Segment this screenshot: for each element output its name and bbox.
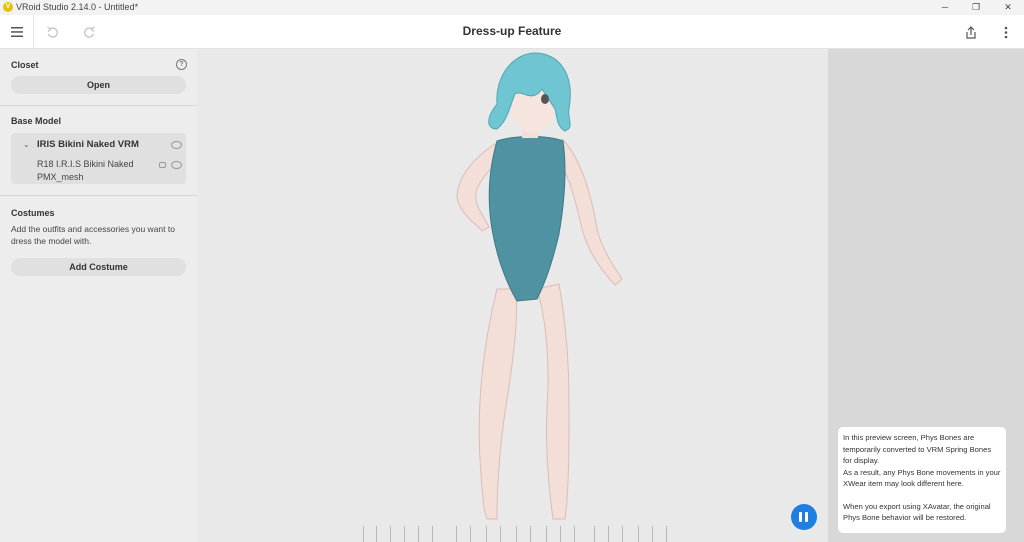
toolbar-divider <box>33 15 34 48</box>
closet-title: Closet <box>11 60 39 70</box>
3d-viewport[interactable] <box>197 49 828 542</box>
phys-bones-info-panel: In this preview screen, Phys Bones are t… <box>838 427 1006 533</box>
pause-icon <box>799 512 802 522</box>
open-closet-button[interactable]: Open <box>11 76 186 94</box>
base-model-title: Base Model <box>11 116 62 126</box>
window-title: VRoid Studio 2.14.0 - Untitled* <box>16 2 139 12</box>
vroid-logo-icon: V <box>3 2 13 12</box>
toolbar: Dress-up Feature <box>0 15 1024 49</box>
add-costume-button[interactable]: Add Costume <box>11 258 186 276</box>
mesh-name: R18 I.R.I.S Bikini Naked PMX_mesh <box>37 159 134 182</box>
base-model-item[interactable]: ⌄ IRIS Bikini Naked VRM R18 I.R.I.S Biki… <box>11 133 186 184</box>
share-icon[interactable] <box>960 15 982 48</box>
costumes-title: Costumes <box>11 208 55 218</box>
undo-icon[interactable] <box>40 15 64 48</box>
section-divider <box>0 195 197 196</box>
info-paragraph: In this preview screen, Phys Bones are t… <box>843 433 992 465</box>
hamburger-menu-icon[interactable] <box>0 15 33 48</box>
chevron-down-icon[interactable]: ⌄ <box>23 140 30 149</box>
pause-icon <box>805 512 808 522</box>
info-paragraph: As a result, any Phys Bone movements in … <box>843 467 1001 489</box>
help-icon[interactable]: ? <box>176 59 187 70</box>
pause-animation-button[interactable] <box>791 504 817 530</box>
redo-icon[interactable] <box>77 15 101 48</box>
avatar-model[interactable] <box>197 49 828 542</box>
restore-button[interactable]: ❐ <box>961 0 991 15</box>
section-divider <box>0 105 197 106</box>
minimize-button[interactable]: ─ <box>930 0 960 15</box>
costumes-description: Add the outfits and accessories you want… <box>11 224 175 246</box>
visibility-eye-icon[interactable] <box>171 141 182 149</box>
lock-icon[interactable] <box>159 162 166 168</box>
page-title: Dress-up Feature <box>462 24 562 38</box>
info-paragraph: When you export using XAvatar, the origi… <box>843 501 991 523</box>
window-title-bar: V VRoid Studio 2.14.0 - Untitled* ─ ❐ ✕ <box>0 0 1024 15</box>
timeline-ticks <box>360 526 680 542</box>
close-button[interactable]: ✕ <box>993 0 1023 15</box>
model-name: IRIS Bikini Naked VRM <box>37 139 139 150</box>
more-vertical-icon[interactable] <box>996 15 1016 48</box>
mesh-visibility-eye-icon[interactable] <box>171 161 182 169</box>
sidebar: Closet ? Open Base Model ⌄ IRIS Bikini N… <box>0 49 197 542</box>
